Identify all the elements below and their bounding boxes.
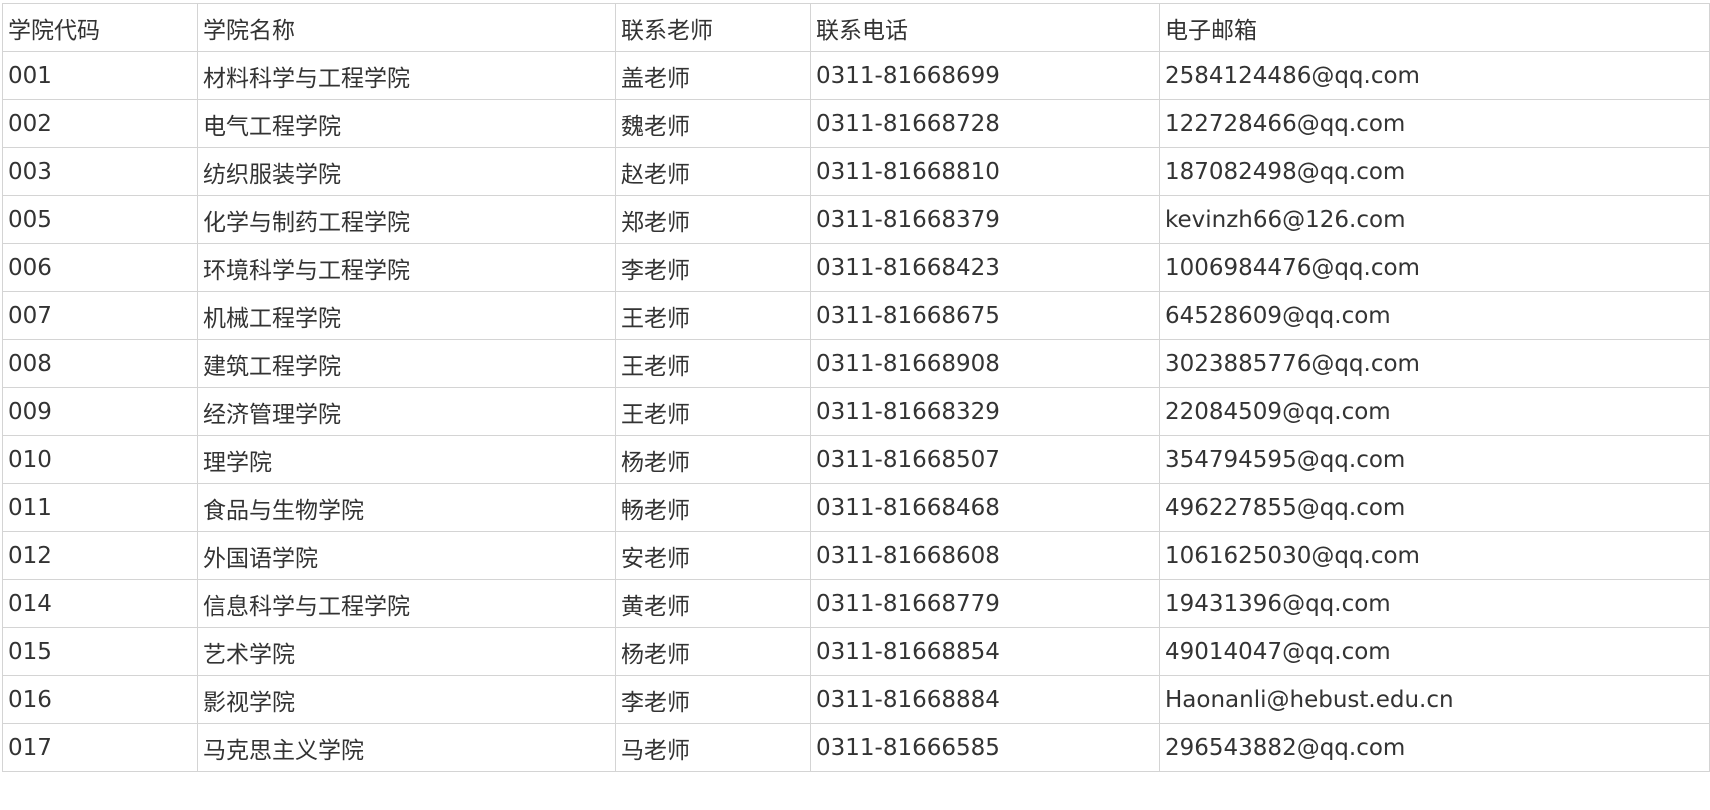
college-code-cell: 017 <box>2 723 198 772</box>
college-code-cell: 014 <box>2 579 198 628</box>
email-cell: 64528609@qq.com <box>1159 291 1710 340</box>
contact-teacher-cell: 杨老师 <box>615 627 811 676</box>
contact-teacher-cell: 马老师 <box>615 723 811 772</box>
college-code-cell: 002 <box>2 99 198 148</box>
contact-teacher-cell: 畅老师 <box>615 483 811 532</box>
contact-teacher-cell: 王老师 <box>615 339 811 388</box>
college-name-cell: 影视学院 <box>197 675 616 724</box>
header-college-code: 学院代码 <box>2 3 198 52</box>
contact-phone-cell: 0311-81668507 <box>810 435 1160 484</box>
email-cell: kevinzh66@126.com <box>1159 195 1710 244</box>
email-cell: 1006984476@qq.com <box>1159 243 1710 292</box>
contact-phone-cell: 0311-81668728 <box>810 99 1160 148</box>
email-cell: 22084509@qq.com <box>1159 387 1710 436</box>
header-row: 学院代码 学院名称 联系老师 联系电话 电子邮箱 <box>2 3 1710 52</box>
contact-phone-cell: 0311-81668884 <box>810 675 1160 724</box>
contact-phone-cell: 0311-81666585 <box>810 723 1160 772</box>
table-row: 007 机械工程学院 王老师 0311-81668675 64528609@qq.com <box>2 291 1710 340</box>
college-code-cell: 010 <box>2 435 198 484</box>
college-code-cell: 012 <box>2 531 198 580</box>
table-header: 学院代码 学院名称 联系老师 联系电话 电子邮箱 <box>2 3 1710 52</box>
contact-teacher-cell: 李老师 <box>615 675 811 724</box>
contact-teacher-cell: 安老师 <box>615 531 811 580</box>
header-contact-phone: 联系电话 <box>810 3 1160 52</box>
email-cell: 1061625030@qq.com <box>1159 531 1710 580</box>
college-name-cell: 电气工程学院 <box>197 99 616 148</box>
college-name-cell: 经济管理学院 <box>197 387 616 436</box>
table-row: 015 艺术学院 杨老师 0311-81668854 49014047@qq.com <box>2 627 1710 676</box>
contact-teacher-cell: 杨老师 <box>615 435 811 484</box>
college-name-cell: 机械工程学院 <box>197 291 616 340</box>
table-row: 002 电气工程学院 魏老师 0311-81668728 122728466@qq.co… <box>2 99 1710 148</box>
table-row: 014 信息科学与工程学院 黄老师 0311-81668779 19431396@qq.… <box>2 579 1710 628</box>
college-name-cell: 食品与生物学院 <box>197 483 616 532</box>
header-email: 电子邮箱 <box>1159 3 1710 52</box>
table-row: 010 理学院 杨老师 0311-81668507 354794595@qq.com <box>2 435 1710 484</box>
table-row: 016 影视学院 李老师 0311-81668884 Haonanli@hebust.e… <box>2 675 1710 724</box>
email-cell: 19431396@qq.com <box>1159 579 1710 628</box>
table-row: 005 化学与制药工程学院 郑老师 0311-81668379 kevinzh66@12… <box>2 195 1710 244</box>
contact-teacher-cell: 盖老师 <box>615 51 811 100</box>
contact-phone-cell: 0311-81668908 <box>810 339 1160 388</box>
contact-phone-cell: 0311-81668699 <box>810 51 1160 100</box>
contact-teacher-cell: 赵老师 <box>615 147 811 196</box>
college-code-cell: 001 <box>2 51 198 100</box>
table-body: 001 材料科学与工程学院 盖老师 0311-81668699 2584124486@q… <box>2 51 1710 772</box>
college-name-cell: 纺织服装学院 <box>197 147 616 196</box>
header-contact-teacher: 联系老师 <box>615 3 811 52</box>
contact-phone-cell: 0311-81668329 <box>810 387 1160 436</box>
email-cell: 187082498@qq.com <box>1159 147 1710 196</box>
college-name-cell: 环境科学与工程学院 <box>197 243 616 292</box>
email-cell: 354794595@qq.com <box>1159 435 1710 484</box>
college-name-cell: 艺术学院 <box>197 627 616 676</box>
table-row: 003 纺织服装学院 赵老师 0311-81668810 187082498@qq.co… <box>2 147 1710 196</box>
contact-teacher-cell: 王老师 <box>615 387 811 436</box>
table-row: 017 马克思主义学院 马老师 0311-81666585 296543882@qq.c… <box>2 723 1710 772</box>
table-row: 001 材料科学与工程学院 盖老师 0311-81668699 2584124486@q… <box>2 51 1710 100</box>
college-name-cell: 信息科学与工程学院 <box>197 579 616 628</box>
college-name-cell: 材料科学与工程学院 <box>197 51 616 100</box>
college-code-cell: 006 <box>2 243 198 292</box>
college-code-cell: 007 <box>2 291 198 340</box>
college-name-cell: 建筑工程学院 <box>197 339 616 388</box>
contact-phone-cell: 0311-81668608 <box>810 531 1160 580</box>
table-row: 011 食品与生物学院 畅老师 0311-81668468 496227855@qq.c… <box>2 483 1710 532</box>
college-name-cell: 外国语学院 <box>197 531 616 580</box>
contact-teacher-cell: 黄老师 <box>615 579 811 628</box>
college-code-cell: 015 <box>2 627 198 676</box>
email-cell: 122728466@qq.com <box>1159 99 1710 148</box>
contact-phone-cell: 0311-81668423 <box>810 243 1160 292</box>
email-cell: 2584124486@qq.com <box>1159 51 1710 100</box>
college-code-cell: 008 <box>2 339 198 388</box>
contact-phone-cell: 0311-81668468 <box>810 483 1160 532</box>
college-name-cell: 马克思主义学院 <box>197 723 616 772</box>
table-row: 008 建筑工程学院 王老师 0311-81668908 3023885776@qq.c… <box>2 339 1710 388</box>
contact-teacher-cell: 魏老师 <box>615 99 811 148</box>
college-name-cell: 化学与制药工程学院 <box>197 195 616 244</box>
college-name-cell: 理学院 <box>197 435 616 484</box>
contact-phone-cell: 0311-81668675 <box>810 291 1160 340</box>
table-row: 009 经济管理学院 王老师 0311-81668329 22084509@qq.com <box>2 387 1710 436</box>
email-cell: 3023885776@qq.com <box>1159 339 1710 388</box>
college-contact-table: 学院代码 学院名称 联系老师 联系电话 电子邮箱 001 材料科学与工程学院 盖老师… <box>2 3 1710 772</box>
college-code-cell: 016 <box>2 675 198 724</box>
email-cell: 49014047@qq.com <box>1159 627 1710 676</box>
header-college-name: 学院名称 <box>197 3 616 52</box>
contact-teacher-cell: 郑老师 <box>615 195 811 244</box>
contact-phone-cell: 0311-81668779 <box>810 579 1160 628</box>
contact-teacher-cell: 李老师 <box>615 243 811 292</box>
email-cell: 496227855@qq.com <box>1159 483 1710 532</box>
college-code-cell: 011 <box>2 483 198 532</box>
contact-phone-cell: 0311-81668810 <box>810 147 1160 196</box>
email-cell: Haonanli@hebust.edu.cn <box>1159 675 1710 724</box>
college-code-cell: 009 <box>2 387 198 436</box>
contact-phone-cell: 0311-81668379 <box>810 195 1160 244</box>
table-row: 012 外国语学院 安老师 0311-81668608 1061625030@qq.co… <box>2 531 1710 580</box>
email-cell: 296543882@qq.com <box>1159 723 1710 772</box>
contact-teacher-cell: 王老师 <box>615 291 811 340</box>
contact-phone-cell: 0311-81668854 <box>810 627 1160 676</box>
college-code-cell: 003 <box>2 147 198 196</box>
college-code-cell: 005 <box>2 195 198 244</box>
table-row: 006 环境科学与工程学院 李老师 0311-81668423 1006984476@q… <box>2 243 1710 292</box>
